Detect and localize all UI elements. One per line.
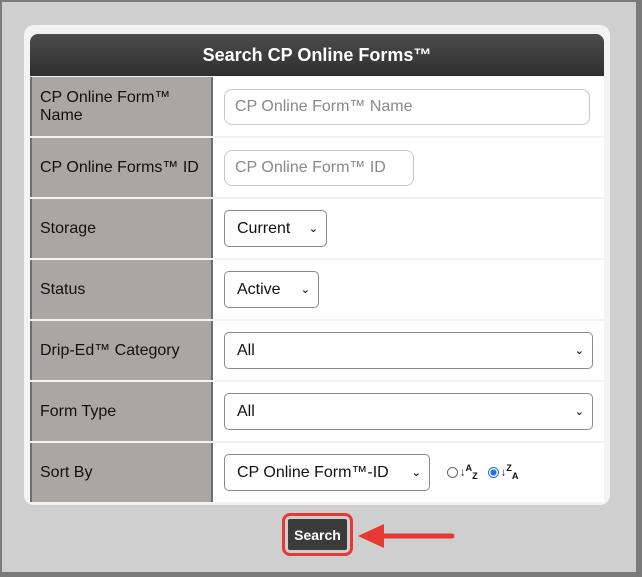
storage-label: Storage xyxy=(30,199,213,258)
row-category: Drip-Ed™ Category All ⌄ xyxy=(30,321,604,380)
search-button[interactable]: Search xyxy=(282,513,353,556)
sort-az-icon: ↓AZ xyxy=(460,463,478,481)
form-type-value: All xyxy=(237,402,255,420)
row-sort-by: Sort By CP Online Form™-ID ⌄ ↓AZ ↓ZA xyxy=(30,443,604,502)
sort-ascending-radio[interactable] xyxy=(447,467,458,478)
chevron-down-icon: ⌄ xyxy=(574,406,584,418)
sort-by-select[interactable]: CP Online Form™-ID ⌄ xyxy=(224,454,430,491)
row-form-name: CP Online Form™ Name CP Online Form™ Nam… xyxy=(30,77,604,136)
form-type-select[interactable]: All ⌄ xyxy=(224,393,593,430)
chevron-down-icon: ⌄ xyxy=(300,284,310,296)
chevron-down-icon: ⌄ xyxy=(308,223,318,235)
form-id-label: CP Online Forms™ ID xyxy=(30,138,213,197)
row-form-type: Form Type All ⌄ xyxy=(30,382,604,441)
form-name-label: CP Online Form™ Name xyxy=(30,77,213,136)
chevron-down-icon: ⌄ xyxy=(411,467,421,479)
sort-by-label: Sort By xyxy=(30,443,213,502)
form-rows: CP Online Form™ Name CP Online Form™ Nam… xyxy=(30,77,604,504)
status-select[interactable]: Active ⌄ xyxy=(224,271,319,308)
category-value: All xyxy=(237,341,255,359)
sort-by-value: CP Online Form™-ID xyxy=(237,463,389,481)
status-value: Active xyxy=(237,280,281,298)
panel-title: Search CP Online Forms™ xyxy=(30,34,604,76)
sort-descending-radio[interactable] xyxy=(487,467,499,478)
row-storage: Storage Current ⌄ xyxy=(30,199,604,258)
chevron-down-icon: ⌄ xyxy=(574,345,584,357)
category-select[interactable]: All ⌄ xyxy=(224,332,593,369)
form-id-input[interactable]: CP Online Form™ ID xyxy=(224,149,414,186)
row-form-id: CP Online Forms™ ID CP Online Form™ ID xyxy=(30,138,604,197)
arrow-pointer-icon xyxy=(358,524,455,548)
form-type-label: Form Type xyxy=(30,382,213,441)
storage-select[interactable]: Current ⌄ xyxy=(224,210,327,247)
sort-za-icon: ↓ZA xyxy=(500,463,519,481)
form-name-input[interactable]: CP Online Form™ Name xyxy=(224,88,590,125)
category-label: Drip-Ed™ Category xyxy=(30,321,213,380)
status-label: Status xyxy=(30,260,213,319)
row-status: Status Active ⌄ xyxy=(30,260,604,319)
storage-value: Current xyxy=(237,219,291,237)
